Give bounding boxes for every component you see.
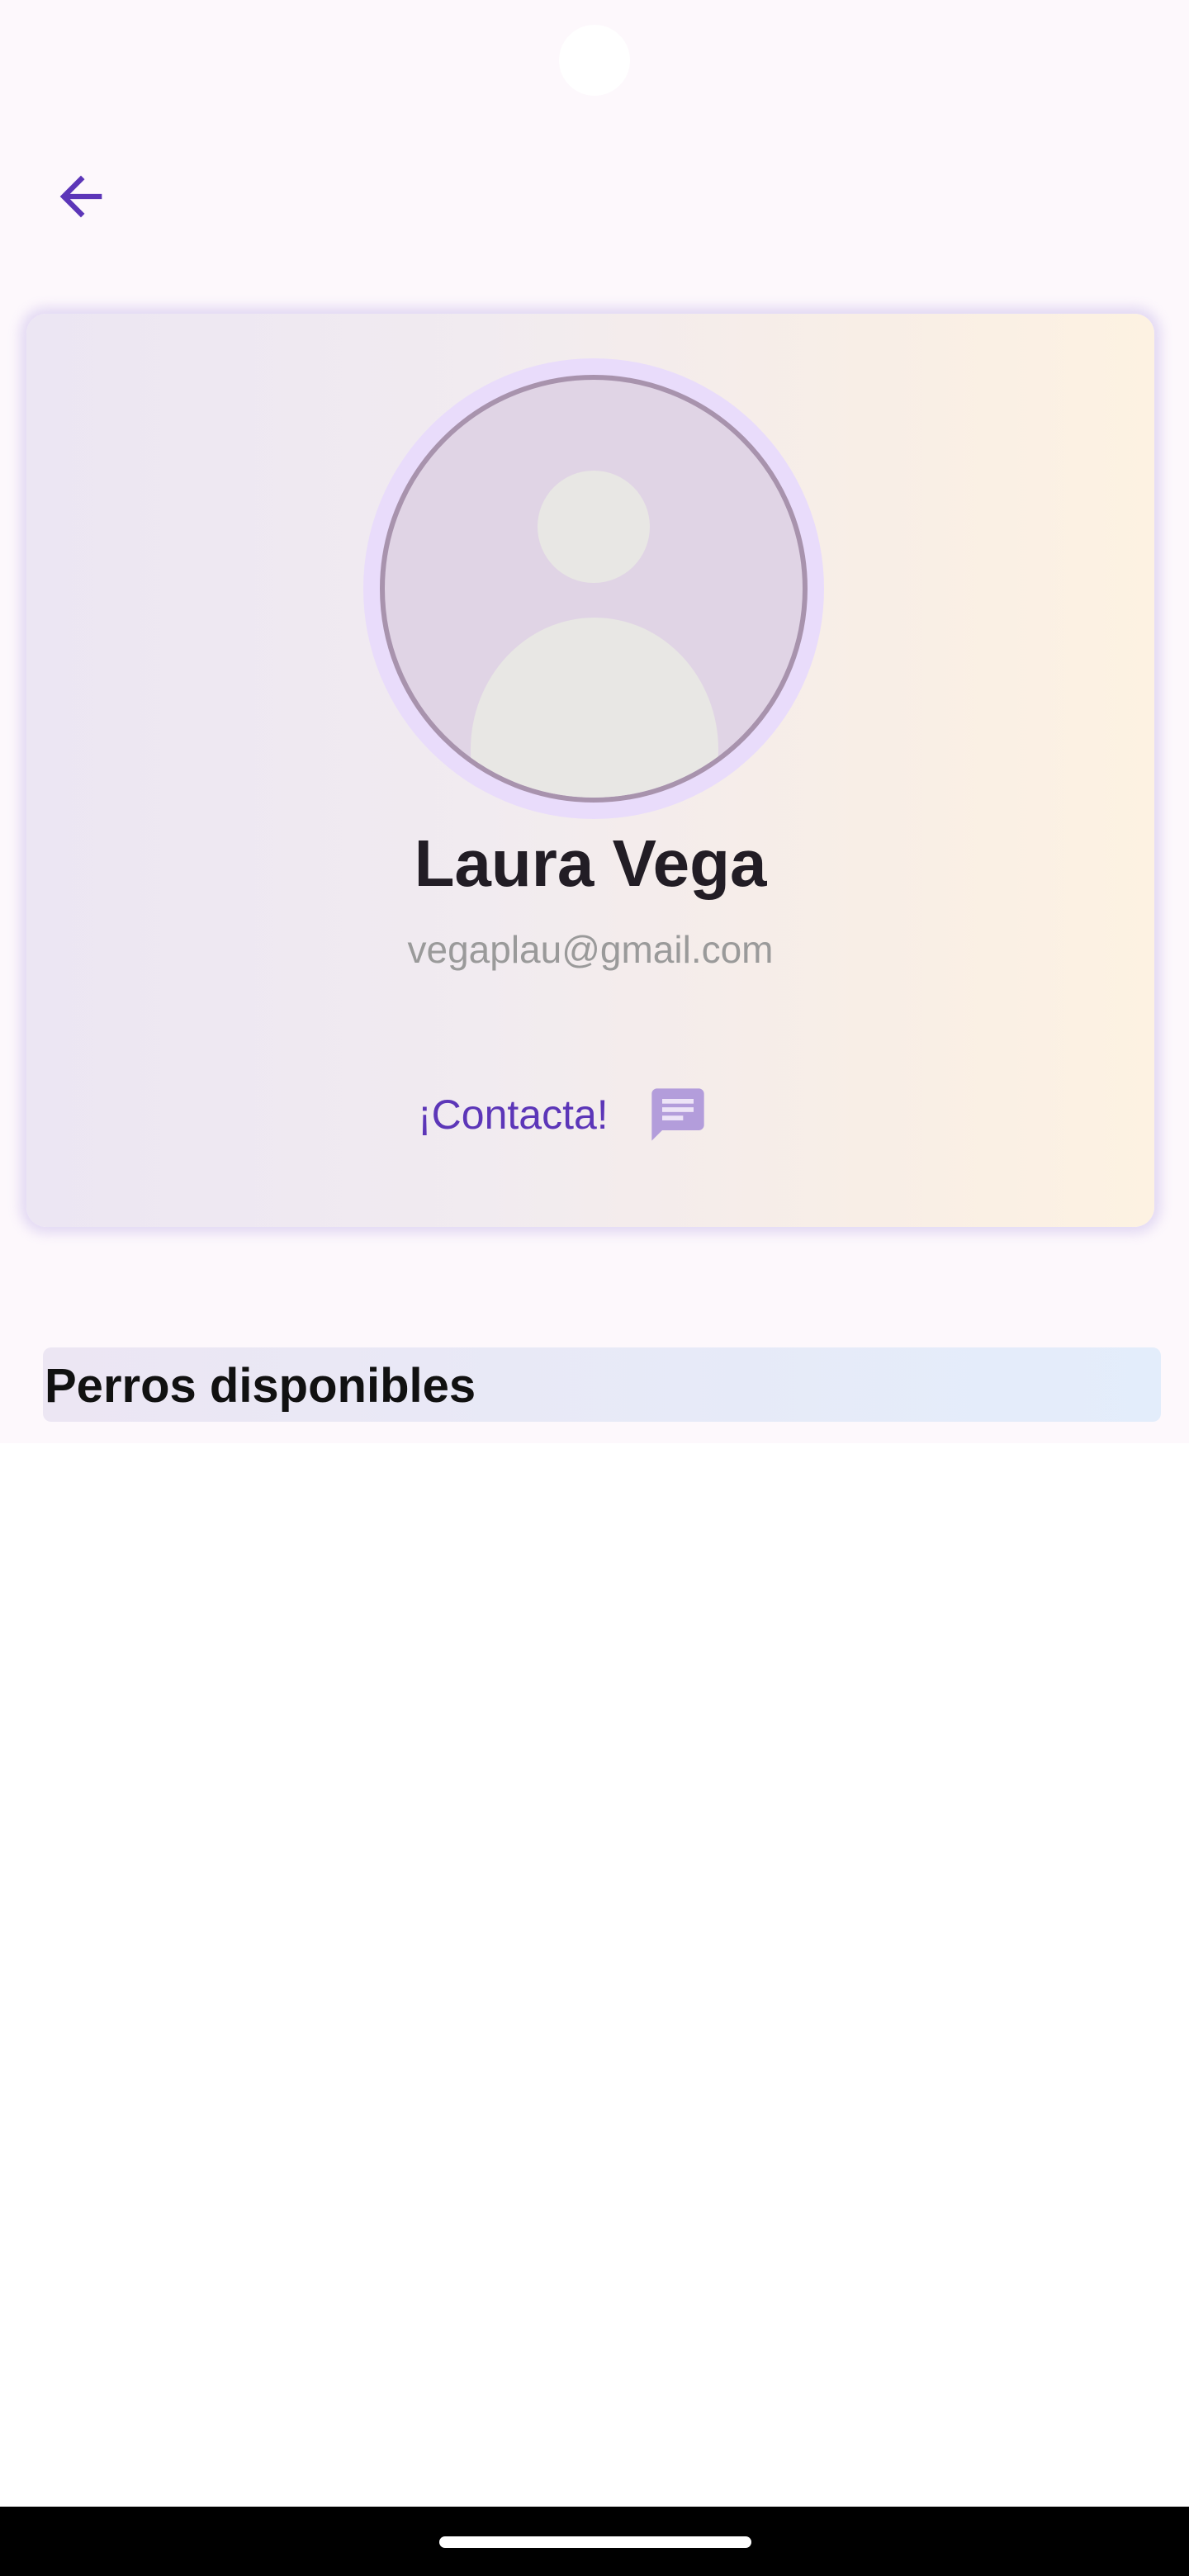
- arrow-left-icon: [59, 175, 102, 218]
- back-button[interactable]: [40, 155, 122, 238]
- camera-cutout: [559, 25, 630, 96]
- person-placeholder-icon: [538, 471, 650, 583]
- profile-name: Laura Vega: [414, 826, 767, 900]
- profile-email: vegaplau@gmail.com: [407, 928, 774, 971]
- contact-label: ¡Contacta!: [418, 1091, 609, 1138]
- profile-card: Laura Vega vegaplau@gmail.com ¡Contacta!: [26, 314, 1154, 1227]
- navigation-bar: [0, 2507, 1189, 2576]
- status-bar: [0, 0, 1189, 116]
- home-indicator[interactable]: [439, 2536, 751, 2548]
- chat-message-icon[interactable]: [647, 1083, 709, 1146]
- section-title: Perros disponibles: [45, 1359, 476, 1413]
- avatar: [380, 375, 808, 803]
- section-header: Perros disponibles: [43, 1347, 1161, 1422]
- avatar-ring: [363, 358, 824, 819]
- app-screen: Laura Vega vegaplau@gmail.com ¡Contacta!…: [0, 0, 1189, 1443]
- person-placeholder-body: [471, 618, 718, 798]
- contact-button[interactable]: ¡Contacta!: [418, 1082, 709, 1148]
